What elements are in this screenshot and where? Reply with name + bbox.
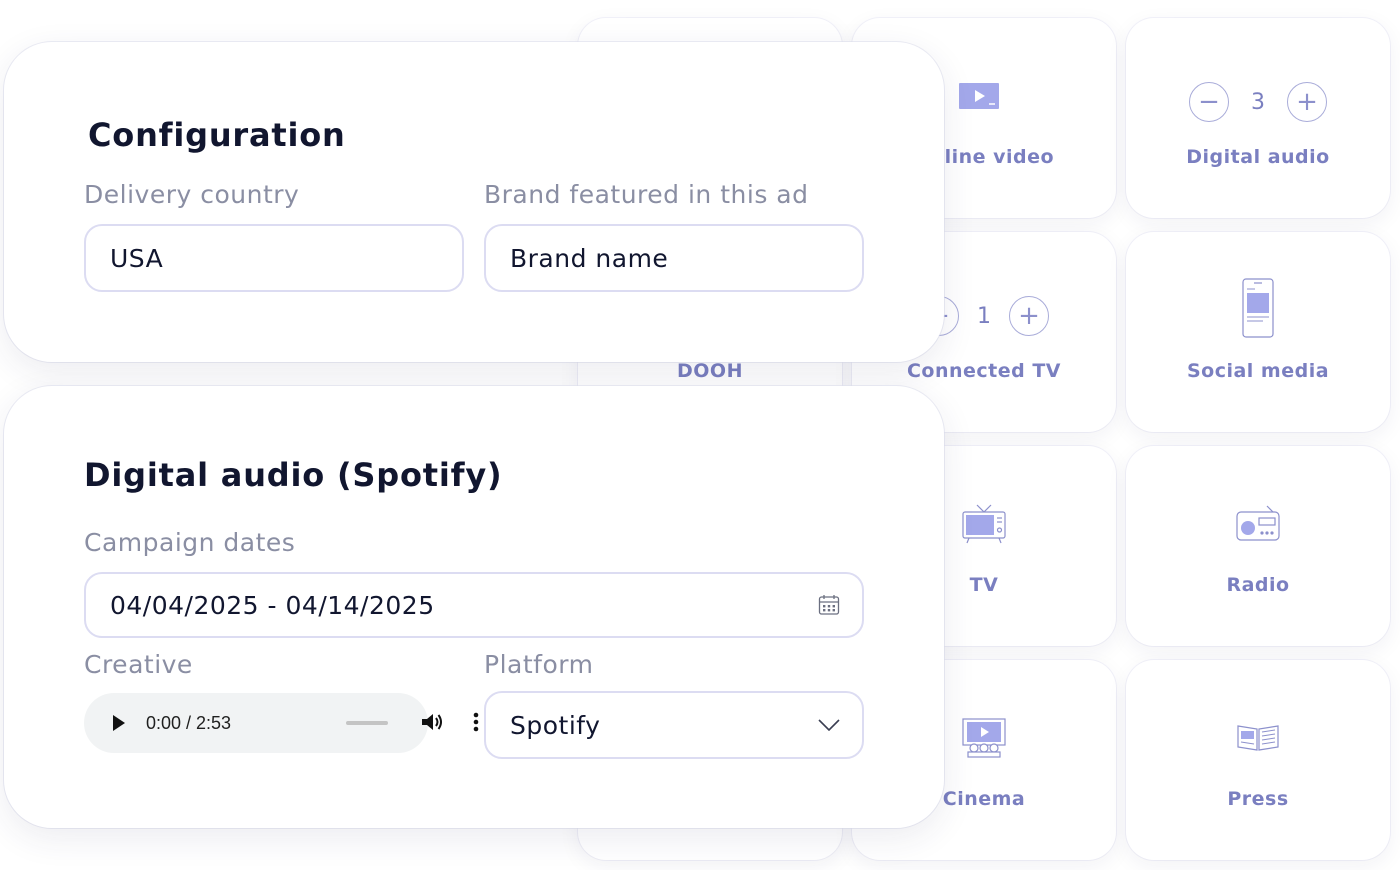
campaign-dates-field[interactable]: 04/04/2025 - 04/14/2025 [84, 572, 864, 638]
channel-label-radio: Radio [1226, 574, 1290, 596]
delivery-country-label: Delivery country [84, 180, 300, 209]
channel-label-press: Press [1227, 788, 1289, 810]
newspaper-icon [1126, 712, 1390, 764]
audio-player[interactable]: 0:00 / 2:53 [84, 693, 479, 753]
platform-label: Platform [484, 650, 594, 679]
digital-audio-count: 3 [1251, 89, 1265, 115]
digital-audio-decrement-button[interactable]: − [1189, 82, 1229, 122]
smartphone-icon [1126, 276, 1390, 340]
channel-tile-press[interactable]: Press [1126, 660, 1390, 860]
play-icon[interactable] [112, 714, 126, 737]
digital-audio-increment-button[interactable]: + [1287, 82, 1327, 122]
calendar-icon[interactable] [818, 594, 840, 616]
channel-label-social-media: Social media [1186, 360, 1330, 382]
audio-time: 0:00 / 2:53 [146, 713, 232, 733]
chevron-down-icon [818, 719, 840, 731]
campaign-dates-value: 04/04/2025 - 04/14/2025 [110, 590, 435, 620]
channel-label-digital-audio: Digital audio [1186, 146, 1330, 168]
configuration-title: Configuration [88, 116, 346, 154]
channel-tile-digital-audio[interactable]: − 3 + Digital audio [1126, 18, 1390, 218]
delivery-country-field[interactable]: USA [84, 224, 464, 292]
channel-label-dooh: DOOH [677, 360, 743, 382]
platform-select[interactable]: Spotify [484, 691, 864, 759]
brand-value: Brand name [510, 243, 669, 273]
delivery-country-value: USA [110, 243, 164, 273]
channel-tile-radio[interactable]: Radio [1126, 446, 1390, 646]
creative-label: Creative [84, 650, 193, 679]
campaign-dates-label: Campaign dates [84, 528, 296, 557]
more-options-icon[interactable] [472, 710, 480, 739]
audio-progress-track[interactable] [346, 721, 388, 725]
connected-tv-increment-button[interactable]: + [1009, 296, 1049, 336]
digital-audio-counter: − 3 + [1126, 76, 1390, 128]
brand-label: Brand featured in this ad [484, 180, 809, 209]
channel-label-connected-tv: Connected TV [906, 360, 1062, 382]
connected-tv-count: 1 [977, 303, 991, 329]
digital-audio-card: Digital audio (Spotify) Campaign dates 0… [4, 386, 944, 828]
volume-icon[interactable] [420, 710, 444, 739]
digital-audio-title: Digital audio (Spotify) [84, 456, 503, 494]
platform-value: Spotify [510, 710, 601, 740]
channel-tile-social-media[interactable]: Social media [1126, 232, 1390, 432]
configuration-card: Configuration Delivery country USA Brand… [4, 42, 944, 362]
radio-icon [1126, 498, 1390, 550]
brand-field[interactable]: Brand name [484, 224, 864, 292]
